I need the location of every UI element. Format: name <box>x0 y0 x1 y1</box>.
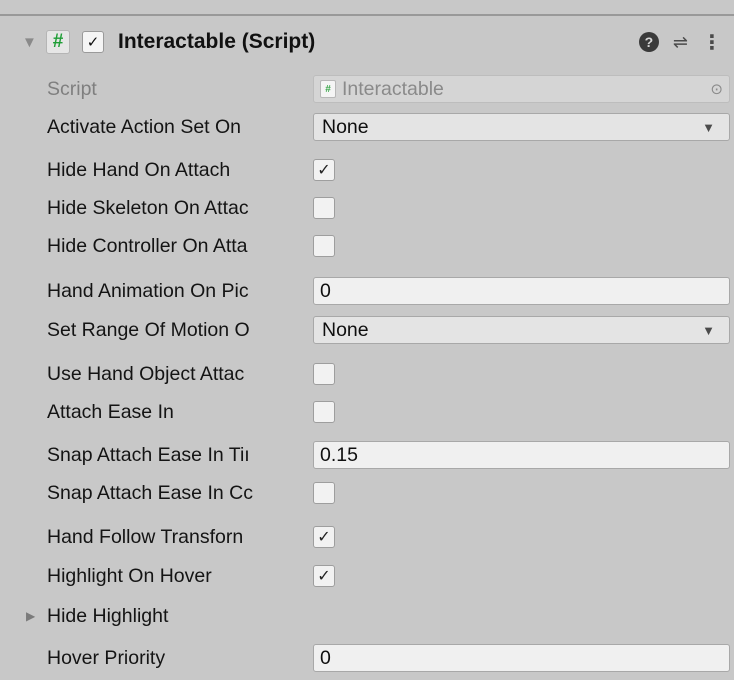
field-row-set-range-of-motion: Set Range Of Motion O None ▼ <box>0 313 734 347</box>
field-label: Set Range Of Motion O <box>47 318 250 341</box>
field-row-snap-attach-ease-in-completed: Snap Attach Ease In Cc <box>0 476 734 510</box>
object-picker-icon[interactable]: ⊙ <box>710 80 723 98</box>
field-row-hover-priority: Hover Priority 0 <box>0 641 734 675</box>
field-row-hand-animation-on-pickup: Hand Animation On Pic 0 <box>0 274 734 308</box>
context-menu-icon[interactable]: ⋮ <box>702 30 722 55</box>
hide-controller-on-attach-checkbox[interactable] <box>313 235 335 257</box>
field-label: Hide Controller On Atta <box>47 234 248 257</box>
field-row-activate-action-set: Activate Action Set On None ▼ <box>0 110 734 144</box>
field-row-hide-controller-on-attach: Hide Controller On Atta <box>0 229 734 263</box>
field-row-highlight-on-hover: Highlight On Hover ✓ <box>0 559 734 593</box>
hand-animation-on-pickup-input[interactable]: 0 <box>313 277 730 305</box>
dropdown-value: None <box>322 115 369 138</box>
field-row-hand-follow-transform: Hand Follow Transforn ✓ <box>0 520 734 554</box>
field-label: Highlight On Hover <box>47 564 212 587</box>
hide-skeleton-on-attach-checkbox[interactable] <box>313 197 335 219</box>
hover-priority-input[interactable]: 0 <box>313 644 730 672</box>
presets-icon[interactable]: ⇌ <box>673 32 688 53</box>
help-icon[interactable]: ? <box>638 32 659 52</box>
field-row-hide-highlight[interactable]: ▶ Hide Highlight <box>0 599 734 633</box>
header-tools: ? ⇌ ⋮ <box>638 16 722 68</box>
component-title: Interactable (Script) <box>118 30 316 53</box>
field-label: Hide Skeleton On Attac <box>47 196 249 219</box>
expand-arrow-icon[interactable]: ▶ <box>26 609 35 623</box>
hand-follow-transform-checkbox[interactable]: ✓ <box>313 526 335 548</box>
script-object-field: # Interactable ⊙ <box>313 75 730 103</box>
attach-ease-in-checkbox[interactable] <box>313 401 335 423</box>
field-label: Hand Animation On Pic <box>47 279 249 302</box>
snap-attach-ease-in-completed-checkbox[interactable] <box>313 482 335 504</box>
activate-action-set-dropdown[interactable]: None ▼ <box>313 113 730 141</box>
field-label: Snap Attach Ease In Tiı <box>47 443 250 466</box>
foldout-icon[interactable]: ▼ <box>22 34 37 51</box>
field-label: Hand Follow Transforn <box>47 525 244 548</box>
component-enabled-checkbox[interactable]: ✓ <box>82 31 104 53</box>
field-row-hide-skeleton-on-attach: Hide Skeleton On Attac <box>0 191 734 225</box>
use-hand-object-attach-checkbox[interactable] <box>313 363 335 385</box>
field-label: Script <box>47 77 97 100</box>
script-hash-icon: # <box>46 30 70 54</box>
script-value: Interactable <box>342 77 444 100</box>
set-range-of-motion-dropdown[interactable]: None ▼ <box>313 316 730 344</box>
field-row-use-hand-object-attach: Use Hand Object Attac <box>0 357 734 391</box>
field-label: Hover Priority <box>47 646 166 669</box>
field-row-script: Script # Interactable ⊙ <box>0 72 734 106</box>
dropdown-value: None <box>322 318 369 341</box>
hide-hand-on-attach-checkbox[interactable]: ✓ <box>313 159 335 181</box>
script-file-icon: # <box>320 80 336 98</box>
field-label: Attach Ease In <box>47 400 174 423</box>
foldout-label: Hide Highlight <box>47 604 169 627</box>
inspector-panel: ▼ # ✓ Interactable (Script) ? ⇌ ⋮ Script… <box>0 0 734 680</box>
field-label: Use Hand Object Attac <box>47 362 245 385</box>
field-label: Hide Hand On Attach <box>47 158 231 181</box>
dropdown-arrow-icon: ▼ <box>702 119 715 135</box>
dropdown-arrow-icon: ▼ <box>702 322 715 338</box>
component-header[interactable]: ▼ # ✓ Interactable (Script) ? ⇌ ⋮ <box>0 16 734 68</box>
highlight-on-hover-checkbox[interactable]: ✓ <box>313 565 335 587</box>
field-label: Activate Action Set On <box>47 115 242 138</box>
field-row-attach-ease-in: Attach Ease In <box>0 395 734 429</box>
field-row-snap-attach-ease-in-time: Snap Attach Ease In Tiı 0.15 <box>0 438 734 472</box>
snap-attach-ease-in-time-input[interactable]: 0.15 <box>313 441 730 469</box>
field-label: Snap Attach Ease In Cc <box>47 481 253 504</box>
field-row-hide-hand-on-attach: Hide Hand On Attach ✓ <box>0 153 734 187</box>
